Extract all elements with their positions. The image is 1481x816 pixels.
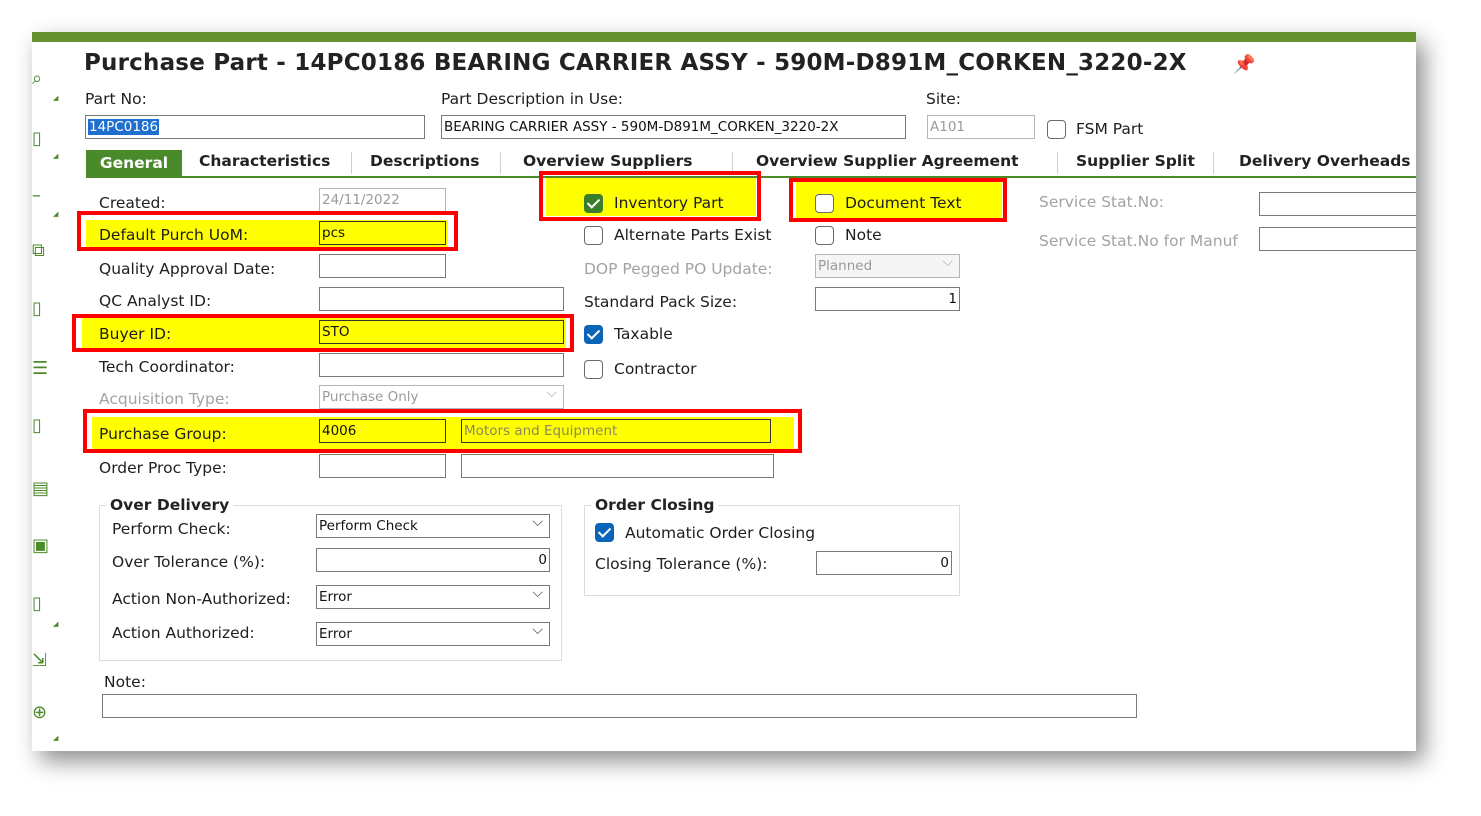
expand-icon[interactable]: ◢ [53, 94, 58, 102]
contractor-label: Contractor [614, 360, 697, 378]
tab-characteristics[interactable]: Characteristics [199, 152, 330, 170]
alternate-parts-label: Alternate Parts Exist [614, 226, 772, 244]
acquisition-type-dropdown[interactable]: Purchase Only [319, 385, 564, 409]
tab-general[interactable]: General [86, 150, 182, 176]
tab-descriptions[interactable]: Descriptions [370, 152, 479, 170]
fsm-part-label: FSM Part [1076, 120, 1144, 138]
tab-separator [500, 152, 501, 174]
part-desc-field[interactable]: BEARING CARRIER ASSY - 590M-D891M_CORKEN… [441, 115, 906, 139]
standard-pack-size-field[interactable]: 1 [815, 287, 960, 311]
tab-separator [351, 152, 352, 174]
tab-delivery-overheads[interactable]: Delivery Overheads [1239, 152, 1411, 170]
alternate-parts-checkbox[interactable] [584, 226, 603, 245]
qc-analyst-id-label: QC Analyst ID: [99, 292, 212, 310]
action-authorized-label: Action Authorized: [112, 624, 255, 642]
note-checkbox-label: Note [845, 226, 882, 244]
tab-separator [1213, 152, 1214, 174]
qc-analyst-id-field[interactable] [319, 287, 564, 311]
add-icon[interactable]: ⊕ [32, 704, 47, 722]
quality-approval-date-label: Quality Approval Date: [99, 260, 276, 278]
copy-icon[interactable]: ⧉ [32, 242, 45, 260]
left-toolbar: ⌕ ◢ ▯ ◢ – ◢ ⧉ ▯ ☰ ▯ ▤ ▣ ▯ ◢ ⇲ ⊕ ◢ [32, 42, 78, 751]
document-icon[interactable]: ▯ [32, 130, 42, 148]
part-desc-label: Part Description in Use: [441, 90, 623, 108]
purchase-part-window: ⌕ ◢ ▯ ◢ – ◢ ⧉ ▯ ☰ ▯ ▤ ▣ ▯ ◢ ⇲ ⊕ ◢ Purcha… [32, 32, 1416, 751]
tech-coordinator-label: Tech Coordinator: [99, 358, 235, 376]
page-title: Purchase Part - 14PC0186 BEARING CARRIER… [84, 50, 1187, 76]
tab-overview-suppliers[interactable]: Overview Suppliers [523, 152, 692, 170]
service-stat-no-label: Service Stat.No: [1039, 193, 1164, 211]
service-stat-manuf-label: Service Stat.No for Manuf [1039, 232, 1238, 250]
pin-icon[interactable]: 📌 [1233, 54, 1255, 75]
order-proc-type-field[interactable] [319, 454, 446, 478]
standard-pack-size-label: Standard Pack Size: [584, 293, 738, 311]
expand-icon[interactable]: ◢ [53, 210, 58, 218]
expand-icon[interactable]: ◢ [53, 152, 58, 160]
created-field: 24/11/2022 [319, 188, 446, 212]
tab-overview-supplier-agreement[interactable]: Overview Supplier Agreement [756, 152, 1019, 170]
service-stat-no-field[interactable] [1259, 192, 1416, 216]
search-icon[interactable]: ⌕ [32, 70, 42, 88]
list-icon[interactable]: ☰ [32, 360, 48, 378]
acquisition-type-label: Acquisition Type: [99, 390, 230, 408]
annotation-box-buyer [72, 314, 574, 352]
taxable-label: Taxable [614, 325, 673, 343]
closing-tolerance-field[interactable]: 0 [816, 551, 952, 575]
minus-icon[interactable]: – [32, 187, 41, 205]
automatic-order-closing-label: Automatic Order Closing [625, 524, 816, 542]
annotation-box-inventory-part [539, 171, 761, 221]
clipboard-icon[interactable]: ▯ [32, 300, 42, 318]
created-label: Created: [99, 194, 166, 212]
closing-tolerance-label: Closing Tolerance (%): [595, 555, 768, 573]
perform-check-dropdown[interactable]: Perform Check [316, 514, 550, 538]
part-no-field[interactable]: 14PC0186 [85, 115, 425, 139]
taxable-checkbox[interactable] [584, 325, 603, 344]
action-authorized-dropdown[interactable]: Error [316, 622, 550, 646]
export-icon[interactable]: ⇲ [32, 652, 47, 670]
expand-icon[interactable]: ◢ [53, 734, 58, 742]
tech-coordinator-field[interactable] [319, 353, 564, 377]
annotation-box-purchase-group [83, 409, 802, 453]
annotation-box-uom [77, 211, 458, 251]
note-field[interactable] [102, 694, 1137, 718]
action-non-authorized-label: Action Non-Authorized: [112, 590, 291, 608]
order-proc-type-label: Order Proc Type: [99, 459, 227, 477]
panel-icon[interactable]: ▣ [32, 537, 49, 555]
part-no-label: Part No: [85, 90, 147, 108]
tab-supplier-split[interactable]: Supplier Split [1076, 152, 1195, 170]
action-non-authorized-dropdown[interactable]: Error [316, 585, 550, 609]
dop-pegged-label: DOP Pegged PO Update: [584, 260, 773, 278]
quality-approval-date-field[interactable] [319, 254, 446, 278]
dop-pegged-dropdown[interactable]: Planned [815, 254, 960, 278]
page-icon[interactable]: ▯ [32, 417, 42, 435]
fsm-part-checkbox[interactable] [1047, 120, 1066, 139]
over-tolerance-field[interactable]: 0 [316, 548, 550, 572]
over-tolerance-label: Over Tolerance (%): [112, 553, 266, 571]
tab-separator [1057, 152, 1058, 174]
site-label: Site: [926, 90, 961, 108]
note-label: Note: [104, 673, 146, 691]
note-checkbox[interactable] [815, 226, 834, 245]
expand-icon[interactable]: ◢ [53, 620, 58, 628]
notes-icon[interactable]: ▤ [32, 480, 49, 498]
order-proc-type-desc-field [461, 454, 774, 478]
site-field[interactable]: A101 [927, 115, 1035, 139]
contractor-checkbox[interactable] [584, 360, 603, 379]
accent-bar [32, 32, 1416, 42]
annotation-box-document-text [789, 178, 1007, 222]
automatic-order-closing-checkbox[interactable] [595, 523, 614, 542]
order-closing-title: Order Closing [591, 496, 719, 514]
file-icon[interactable]: ▯ [32, 595, 42, 613]
service-stat-manuf-field[interactable] [1259, 227, 1416, 251]
part-no-value: 14PC0186 [88, 119, 160, 135]
over-delivery-title: Over Delivery [106, 496, 234, 514]
perform-check-label: Perform Check: [112, 520, 231, 538]
